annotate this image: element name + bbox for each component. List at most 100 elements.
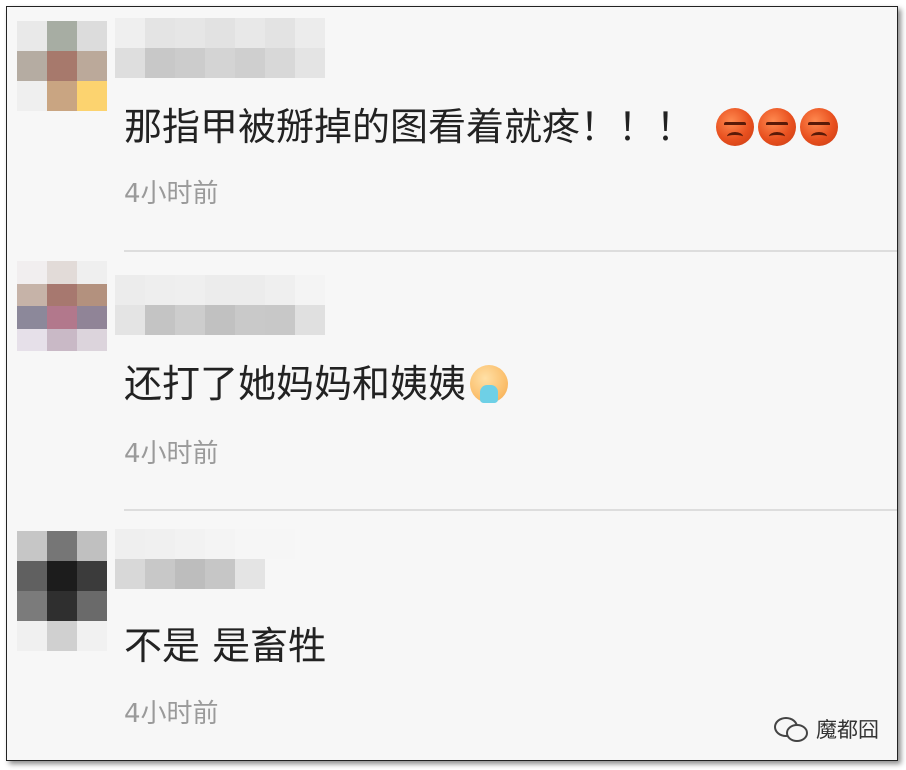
comment-list: 那指甲被掰掉的图看着就疼！！！ 4小时前 还打了她妈妈和姨姨 4小时前 不是 是… <box>6 6 898 761</box>
avatar[interactable] <box>17 531 107 651</box>
username-pixel <box>295 275 325 305</box>
avatar-pixel <box>17 561 47 591</box>
username-pixel <box>145 559 175 589</box>
username-pixel <box>235 275 265 305</box>
username-pixel <box>265 18 295 48</box>
username-pixel <box>175 18 205 48</box>
avatar-pixel <box>77 591 107 621</box>
avatar-pixel <box>47 261 77 284</box>
username-pixelated[interactable] <box>115 275 325 335</box>
angry-face-emoji <box>758 108 797 146</box>
comment-timestamp: 4小时前 <box>124 179 219 209</box>
username-pixel <box>175 275 205 305</box>
username-pixel <box>295 48 325 78</box>
avatar-pixel <box>77 306 107 329</box>
divider <box>124 509 897 511</box>
username-pixel <box>175 48 205 78</box>
username-pixel <box>205 18 235 48</box>
username-pixel <box>145 529 175 559</box>
avatar-pixel <box>47 621 77 651</box>
avatar-pixel <box>47 21 77 51</box>
avatar-pixel <box>17 261 47 284</box>
avatar-pixel <box>77 51 107 81</box>
wechat-icon <box>774 717 808 742</box>
username-pixel <box>295 305 325 335</box>
avatar-pixel <box>47 306 77 329</box>
avatar-pixel <box>77 81 107 111</box>
comment-timestamp: 4小时前 <box>124 699 219 729</box>
avatar-pixel <box>17 328 47 351</box>
username-pixel <box>205 275 235 305</box>
username-pixel <box>205 48 235 78</box>
avatar-pixel <box>77 561 107 591</box>
comment-text: 不是 是畜牲 <box>124 623 326 669</box>
comment-text-content: 不是 是畜牲 <box>124 624 327 668</box>
username-pixel <box>265 48 295 78</box>
username-pixel <box>205 529 235 559</box>
avatar-pixel <box>47 51 77 81</box>
username-pixel <box>235 305 265 335</box>
username-pixel <box>145 48 175 78</box>
username-pixel <box>145 305 175 335</box>
avatar-pixel <box>77 531 107 561</box>
avatar-pixel <box>17 81 47 111</box>
username-pixel <box>115 18 145 48</box>
avatar-pixel <box>17 283 47 306</box>
avatar-pixel <box>17 591 47 621</box>
avatar-pixel <box>17 51 47 81</box>
username-pixel <box>265 305 295 335</box>
username-pixel <box>145 275 175 305</box>
username-pixel <box>265 529 295 559</box>
username-pixel <box>115 275 145 305</box>
avatar-pixel <box>47 531 77 561</box>
comment-item: 还打了她妈妈和姨姨 4小时前 <box>7 261 897 511</box>
comment-item: 不是 是畜牲 4小时前 <box>7 521 897 760</box>
username-pixel <box>295 529 325 559</box>
username-pixel <box>265 559 295 589</box>
username-pixel <box>115 48 145 78</box>
avatar-pixel <box>77 328 107 351</box>
username-pixel <box>115 559 145 589</box>
comment-timestamp: 4小时前 <box>124 439 219 469</box>
username-pixel <box>235 559 265 589</box>
username-pixel <box>235 48 265 78</box>
comment-text-content: 还打了她妈妈和姨姨 <box>124 362 467 406</box>
username-pixelated[interactable] <box>115 529 325 589</box>
username-pixel <box>295 559 325 589</box>
username-pixel <box>115 529 145 559</box>
angry-face-emoji <box>716 108 755 146</box>
angry-face-emoji <box>800 108 839 146</box>
username-pixel <box>175 305 205 335</box>
avatar-pixel <box>77 621 107 651</box>
username-pixelated[interactable] <box>115 18 325 78</box>
watermark: 魔都囧 <box>774 714 879 744</box>
username-pixel <box>205 305 235 335</box>
username-pixel <box>175 559 205 589</box>
avatar-pixel <box>47 561 77 591</box>
username-pixel <box>295 18 325 48</box>
username-pixel <box>145 18 175 48</box>
watermark-text: 魔都囧 <box>816 718 879 742</box>
username-pixel <box>175 529 205 559</box>
username-pixel <box>115 305 145 335</box>
avatar-pixel <box>47 328 77 351</box>
username-pixel <box>205 559 235 589</box>
avatar-pixel <box>17 621 47 651</box>
username-pixel <box>235 18 265 48</box>
username-pixel <box>265 275 295 305</box>
avatar[interactable] <box>17 261 107 351</box>
avatar-pixel <box>17 21 47 51</box>
avatar-pixel <box>77 21 107 51</box>
comment-text-content: 那指甲被掰掉的图看着就疼！！！ <box>124 105 695 149</box>
avatar-pixel <box>47 81 77 111</box>
vomit-face-emoji <box>470 365 509 403</box>
avatar-pixel <box>47 283 77 306</box>
avatar-pixel <box>77 261 107 284</box>
divider <box>124 250 897 252</box>
comment-text: 还打了她妈妈和姨姨 <box>124 361 509 407</box>
avatar-pixel <box>17 306 47 329</box>
username-pixel <box>235 529 265 559</box>
avatar-pixel <box>77 283 107 306</box>
comment-text: 那指甲被掰掉的图看着就疼！！！ <box>124 104 839 150</box>
avatar[interactable] <box>17 21 107 111</box>
